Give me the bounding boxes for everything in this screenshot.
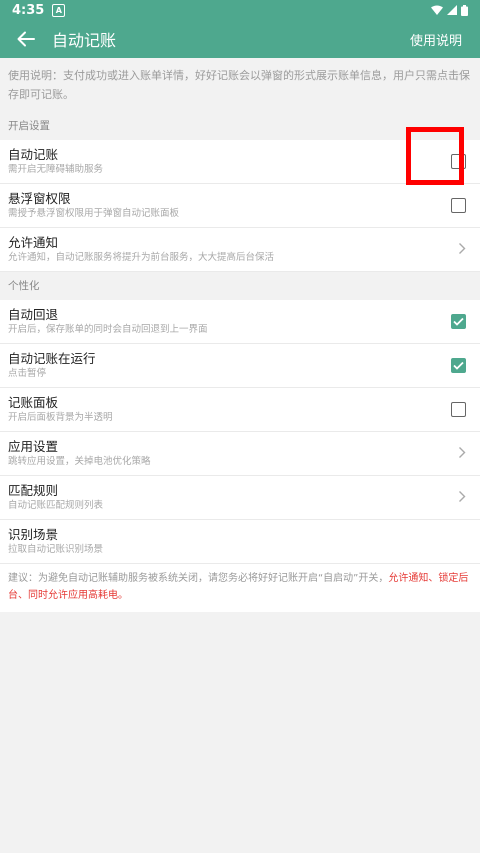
back-arrow-icon — [17, 31, 35, 47]
settings-item[interactable]: 自动回退 开启后，保存账单的同时会自动回退到上一界面 — [0, 300, 480, 344]
item-subtitle: 点击暂停 — [8, 368, 47, 379]
signal-icon — [447, 5, 457, 15]
item-texts: 应用设置 跳转应用设置，关掉电池优化策略 — [8, 439, 458, 468]
check-icon — [453, 317, 464, 326]
tip-text: 建议：为避免自动记账辅助服务被系统关闭，请您务必将好好记账开启“自启动”开关， — [8, 573, 389, 584]
item-texts: 识别场景 拉取自动记账识别场景 — [8, 527, 472, 556]
item-label: 识别场景 — [8, 527, 59, 542]
status-bar: 4:35 A — [0, 0, 480, 20]
chevron-right-icon — [459, 491, 466, 502]
item-label: 应用设置 — [8, 439, 59, 454]
chevron — [458, 488, 466, 507]
settings-item[interactable]: 应用设置 跳转应用设置，关掉电池优化策略 — [0, 432, 480, 476]
item-label: 自动回退 — [8, 307, 59, 322]
settings-item[interactable]: 悬浮窗权限 需授予悬浮窗权限用于弹窗自动记账面板 — [0, 184, 480, 228]
settings-item[interactable]: 匹配规则 自动记账匹配规则列表 — [0, 476, 480, 520]
item-label: 自动记账在运行 — [8, 351, 96, 366]
item-label: 自动记账 — [8, 147, 59, 162]
item-texts: 自动回退 开启后，保存账单的同时会自动回退到上一界面 — [8, 307, 451, 336]
section-header: 开启设置 — [8, 120, 50, 132]
item-texts: 允许通知 允许通知，自动记账服务将提升为前台服务，大大提高后台保活 — [8, 235, 458, 264]
settings-item[interactable]: 自动记账 需开启无障碍辅助服务 — [0, 140, 480, 184]
section-header: 个性化 — [8, 280, 40, 292]
item-subtitle: 允许通知，自动记账服务将提升为前台服务，大大提高后台保活 — [8, 252, 275, 263]
wifi-icon — [431, 5, 443, 15]
settings-item[interactable]: 自动记账在运行 点击暂停 — [0, 344, 480, 388]
settings-item[interactable]: 记账面板 开启后面板背景为半透明 — [0, 388, 480, 432]
checkbox[interactable] — [451, 198, 466, 213]
item-texts: 自动记账在运行 点击暂停 — [8, 351, 451, 380]
item-subtitle: 自动记账匹配规则列表 — [8, 500, 104, 511]
checkbox-checked[interactable] — [451, 358, 466, 373]
notification-icon: A — [52, 3, 66, 17]
item-label: 悬浮窗权限 — [8, 191, 71, 206]
item-label: 记账面板 — [8, 395, 59, 410]
status-icons — [431, 4, 468, 16]
item-label: 允许通知 — [8, 235, 59, 250]
item-texts: 自动记账 需开启无障碍辅助服务 — [8, 147, 451, 176]
item-label: 匹配规则 — [8, 483, 59, 498]
settings-item[interactable]: 允许通知 允许通知，自动记账服务将提升为前台服务，大大提高后台保活 — [0, 228, 480, 272]
back-button[interactable] — [0, 20, 52, 58]
usage-description: 使用说明：支付成功或进入账单详情，好好记账会以弹窗的形式展示账单信息，用户只需点… — [8, 69, 470, 101]
checkbox[interactable] — [451, 154, 466, 169]
settings-list: 开启设置 自动记账 需开启无障碍辅助服务 悬浮窗权限 需授予悬浮窗权限用于弹窗自… — [0, 112, 480, 564]
checkbox[interactable] — [451, 402, 466, 417]
checkbox-checked[interactable] — [451, 314, 466, 329]
item-subtitle: 开启后，保存账单的同时会自动回退到上一界面 — [8, 324, 208, 335]
toolbar: 自动记账 使用说明 — [0, 20, 480, 58]
battery-icon — [461, 4, 468, 16]
item-subtitle: 需开启无障碍辅助服务 — [8, 164, 104, 175]
item-texts: 悬浮窗权限 需授予悬浮窗权限用于弹窗自动记账面板 — [8, 191, 451, 220]
item-subtitle: 跳转应用设置，关掉电池优化策略 — [8, 456, 151, 467]
item-subtitle: 需授予悬浮窗权限用于弹窗自动记账面板 — [8, 208, 180, 219]
item-texts: 记账面板 开启后面板背景为半透明 — [8, 395, 451, 424]
chevron-right-icon — [459, 243, 466, 254]
settings-item[interactable]: 识别场景 拉取自动记账识别场景 — [0, 520, 480, 564]
chevron — [458, 444, 466, 463]
item-texts: 匹配规则 自动记账匹配规则列表 — [8, 483, 458, 512]
status-time: 4:35 — [12, 2, 45, 18]
chevron-right-icon — [459, 447, 466, 458]
item-subtitle: 拉取自动记账识别场景 — [8, 544, 104, 555]
tip-note: 建议：为避免自动记账辅助服务被系统关闭，请您务必将好好记账开启“自启动”开关，允… — [0, 564, 480, 612]
help-link[interactable]: 使用说明 — [410, 30, 462, 49]
page-title: 自动记账 — [52, 31, 117, 50]
check-icon — [453, 361, 464, 370]
item-subtitle: 开启后面板背景为半透明 — [8, 412, 113, 423]
chevron — [458, 240, 466, 259]
